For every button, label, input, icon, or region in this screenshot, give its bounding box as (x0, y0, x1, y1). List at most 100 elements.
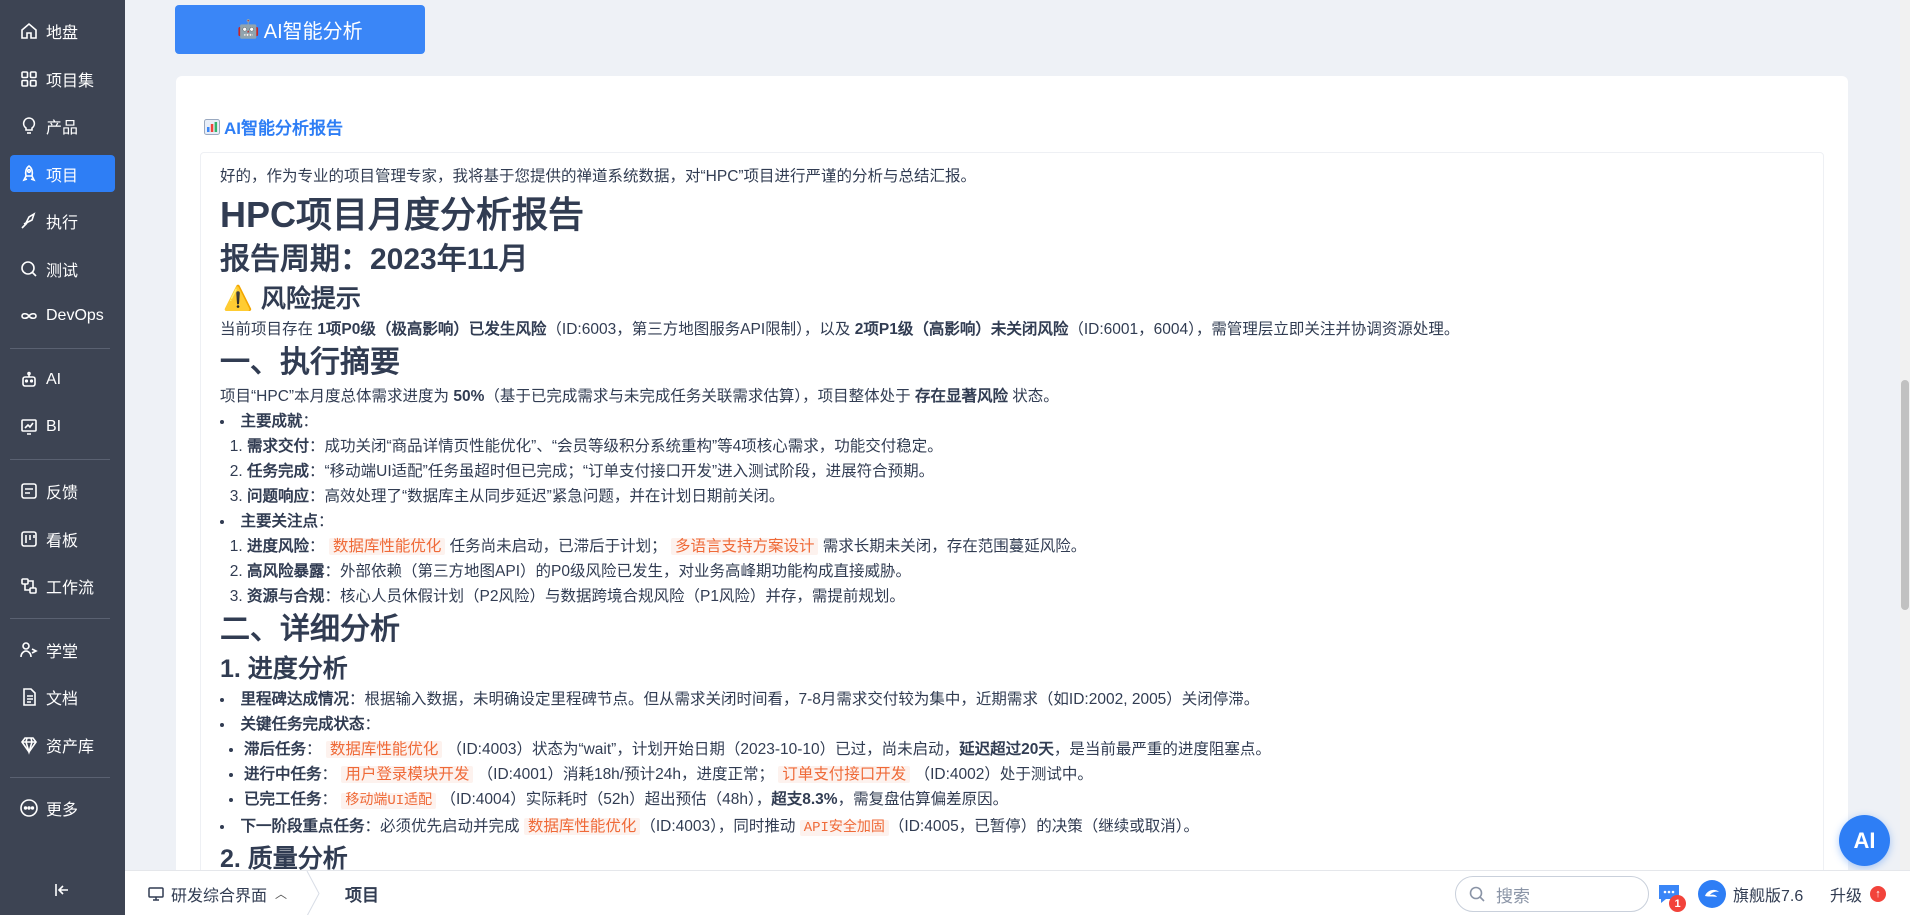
sidebar-item-program[interactable]: 项目集 (10, 60, 115, 97)
sidebar-item-ai[interactable]: AI (10, 361, 115, 398)
sidebar-item-project[interactable]: 项目 (10, 155, 115, 192)
breadcrumb-current[interactable]: 项目 (345, 871, 379, 915)
ai-analysis-button-label: AI智能分析 (263, 21, 363, 43)
list-item: 已完工任务： 移动端UI适配 （ID:4004）实际耗时（52h）超出预估（48… (244, 787, 1820, 814)
collapse-sidebar-icon[interactable] (52, 880, 72, 900)
key-tasks-list: 滞后任务： 数据库性能优化 （ID:4003）状态为“wait”，计划开始日期（… (220, 737, 1820, 814)
home-icon (21, 22, 37, 39)
ai-assistant-button[interactable]: AI (1839, 815, 1890, 866)
sidebar-item-school[interactable]: 学堂 (10, 631, 115, 668)
test-icon (21, 260, 37, 277)
sidebar-item-label: 看板 (46, 532, 79, 550)
scrollbar-thumb[interactable] (1901, 380, 1909, 610)
upgrade-label: 升级 (1830, 887, 1863, 905)
sidebar-item-label: 执行 (46, 214, 79, 232)
list-item: 进度风险： 数据库性能优化 任务尚未启动，已滞后于计划； 多语言支持方案设计 需… (247, 534, 1820, 559)
monitor-icon (148, 886, 164, 901)
list-item: 里程碑达成情况：根据输入数据，未明确设定里程碑节点。但从需求关闭时间看，7-8月… (220, 687, 1820, 712)
sidebar-divider (10, 618, 110, 619)
task-tag[interactable]: 数据库性能优化 (328, 538, 446, 555)
sidebar-item-label: 项目集 (46, 72, 95, 90)
concerns-list: 进度风险： 数据库性能优化 任务尚未启动，已滞后于计划； 多语言支持方案设计 需… (220, 534, 1820, 609)
sidebar-item-product[interactable]: 产品 (10, 107, 115, 144)
report-title: HPC项目月度分析报告 (220, 194, 585, 235)
report-intro: 好的，作为专业的项目管理专家，我将基于您提供的禅道系统数据，对“HPC”项目进行… (220, 168, 977, 185)
sidebar-item-bi[interactable]: BI (10, 408, 115, 445)
doc-icon (23, 687, 36, 706)
list-item: 任务完成：“移动端UI适配”任务虽超时但已完成；“订单支付接口开发”进入测试阶段… (247, 459, 1820, 484)
bulb-icon (22, 116, 36, 134)
edition-info[interactable]: 旗舰版7.6 (1697, 871, 1803, 915)
bottom-bar: 研发综合界面 ︿ 项目 搜索 1 旗舰版7.6 升级 ↑ (125, 870, 1910, 915)
list-item: 主要关注点： 进度风险： 数据库性能优化 任务尚未启动，已滞后于计划； 多语言支… (220, 509, 1820, 609)
section-2-heading: 二、详细分析 (220, 613, 400, 646)
sidebar-item-more[interactable]: 更多 (10, 789, 115, 826)
task-tag[interactable]: 用户登录模块开发 (341, 766, 474, 783)
sidebar-item-label: BI (46, 417, 62, 435)
sidebar-item-devops[interactable]: DevOps (10, 297, 115, 334)
workflow-icon (21, 577, 37, 594)
edition-label: 旗舰版7.6 (1733, 887, 1804, 905)
report-heading-text: AI智能分析报告 (224, 119, 343, 138)
sidebar-item-feedback[interactable]: 反馈 (10, 472, 115, 509)
sidebar-item-label: 文档 (46, 690, 79, 708)
task-tag[interactable]: 移动端UI适配 (341, 793, 437, 809)
school-icon (20, 641, 38, 657)
sidebar-item-dashboard[interactable]: 地盘 (10, 12, 115, 49)
summary-paragraph: 项目“HPC”本月度总体需求进度为 50%（基于已完成需求与未完成任务关联需求估… (220, 388, 1059, 405)
sidebar-item-assets[interactable]: 资产库 (10, 726, 115, 763)
search-input[interactable]: 搜索 (1455, 876, 1649, 912)
infinity-icon (21, 312, 37, 319)
section-2-1-heading: 1. 进度分析 (220, 655, 348, 683)
list-item: 下一阶段重点任务：必须优先启动并完成 数据库性能优化（ID:4003），同时推动… (220, 814, 1820, 841)
list-item: 关键任务完成状态： 滞后任务： 数据库性能优化 （ID:4003）状态为“wai… (220, 712, 1820, 814)
more-icon (20, 798, 38, 817)
sidebar-item-execution[interactable]: 执行 (10, 202, 115, 239)
task-tag[interactable]: 多语言支持方案设计 (670, 538, 819, 555)
search-icon (1469, 886, 1485, 902)
sidebar-item-doc[interactable]: 文档 (10, 678, 115, 715)
sidebar-item-workflow[interactable]: 工作流 (10, 567, 115, 604)
arrow-up-icon: ↑ (1870, 885, 1887, 902)
sidebar-divider (10, 459, 110, 460)
run-icon (21, 211, 36, 229)
workspace-label: 研发综合界面 (171, 887, 268, 905)
sidebar-item-label: 学堂 (46, 643, 79, 661)
list-item: 问题响应：高效处理了“数据库主从同步延迟”紧急问题，并在计划日期前关闭。 (247, 484, 1820, 509)
ai-analysis-button[interactable]: 🤖 AI智能分析 (175, 5, 425, 54)
sidebar-divider (10, 777, 110, 778)
risk-heading-text: 风险提示 (260, 285, 361, 313)
chevron-up-icon: ︿ (275, 887, 288, 901)
report-content: 好的，作为专业的项目管理专家，我将基于您提供的禅道系统数据，对“HPC”项目进行… (220, 164, 1820, 876)
section-1-heading: 一、执行摘要 (220, 346, 400, 379)
kanban-icon (21, 530, 37, 547)
sidebar-item-label: DevOps (46, 306, 104, 324)
risk-heading: ⚠️ 风险提示 (220, 281, 1820, 317)
sidebar-item-kanban[interactable]: 看板 (10, 520, 115, 557)
sidebar-item-label: 产品 (46, 119, 79, 137)
task-tag[interactable]: 数据库性能优化 (325, 741, 443, 758)
message-button[interactable]: 1 (1657, 883, 1686, 912)
sidebar-item-label: 项目 (46, 167, 79, 185)
grid-icon (21, 70, 37, 87)
report-heading: AI智能分析报告 (204, 114, 343, 139)
sidebar-item-label: 更多 (46, 801, 79, 819)
sidebar-item-test[interactable]: 测试 (10, 250, 115, 287)
search-placeholder: 搜索 (1496, 886, 1530, 906)
list-item: 高风险暴露：外部依赖（第三方地图API）的P0级风险已发生，对业务高峰期功能构成… (247, 559, 1820, 584)
summary-list: 主要成就： 需求交付：成功关闭“商品详情页性能优化”、“会员等级积分系统重构”等… (220, 409, 1820, 609)
report-card: AI智能分析报告 好的，作为专业的项目管理专家，我将基于您提供的禅道系统数据，对… (176, 76, 1848, 876)
task-tag[interactable]: 订单支付接口开发 (778, 766, 911, 783)
task-tag[interactable]: 数据库性能优化 (523, 818, 641, 835)
risk-paragraph: 当前项目存在 1项P0级（极高影响）已发生风险（ID:6003，第三方地图服务A… (220, 321, 1460, 338)
task-tag[interactable]: API安全加固 (799, 820, 889, 836)
sidebar: 地盘 项目集 产品 项目 执行 测试 DevOps AI BI 反馈 看板 工作… (0, 0, 125, 915)
robot-icon: 🤖 (237, 19, 260, 39)
workspace-switcher[interactable]: 研发综合界面 ︿ (147, 871, 287, 915)
warning-icon: ⚠️ (223, 285, 253, 312)
zentao-logo-icon (1698, 879, 1726, 908)
upgrade-button[interactable]: 升级 ↑ (1830, 871, 1887, 915)
sidebar-item-label: 地盘 (46, 24, 79, 42)
sidebar-item-label: 工作流 (46, 579, 95, 597)
sidebar-item-label: 资产库 (46, 738, 95, 756)
